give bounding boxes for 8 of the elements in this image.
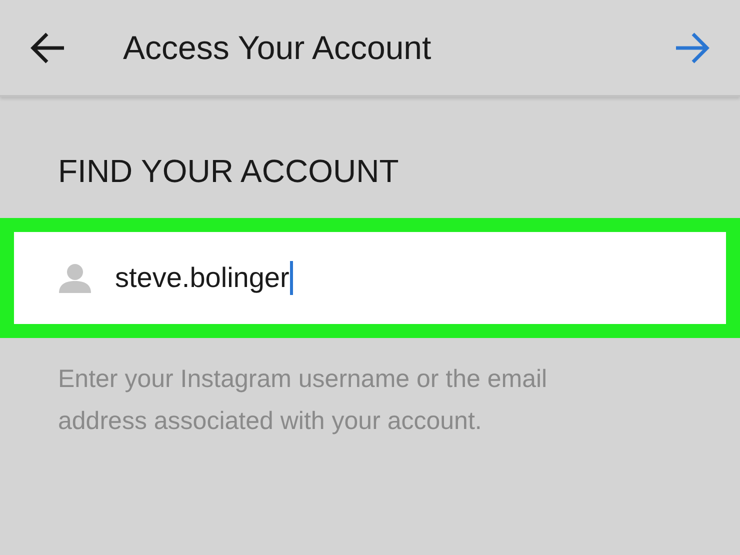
hint-text: Enter your Instagram username or the email address associated with your account. bbox=[58, 364, 548, 437]
person-icon bbox=[58, 263, 92, 293]
next-arrow-icon[interactable] bbox=[674, 32, 710, 64]
back-arrow-icon[interactable] bbox=[30, 32, 66, 64]
screen-title: Access Your Account bbox=[123, 28, 432, 68]
username-text: steve.bolinger bbox=[115, 261, 290, 295]
username-field[interactable]: steve.bolinger bbox=[14, 232, 726, 324]
section-heading: FIND YOUR ACCOUNT bbox=[58, 155, 400, 187]
